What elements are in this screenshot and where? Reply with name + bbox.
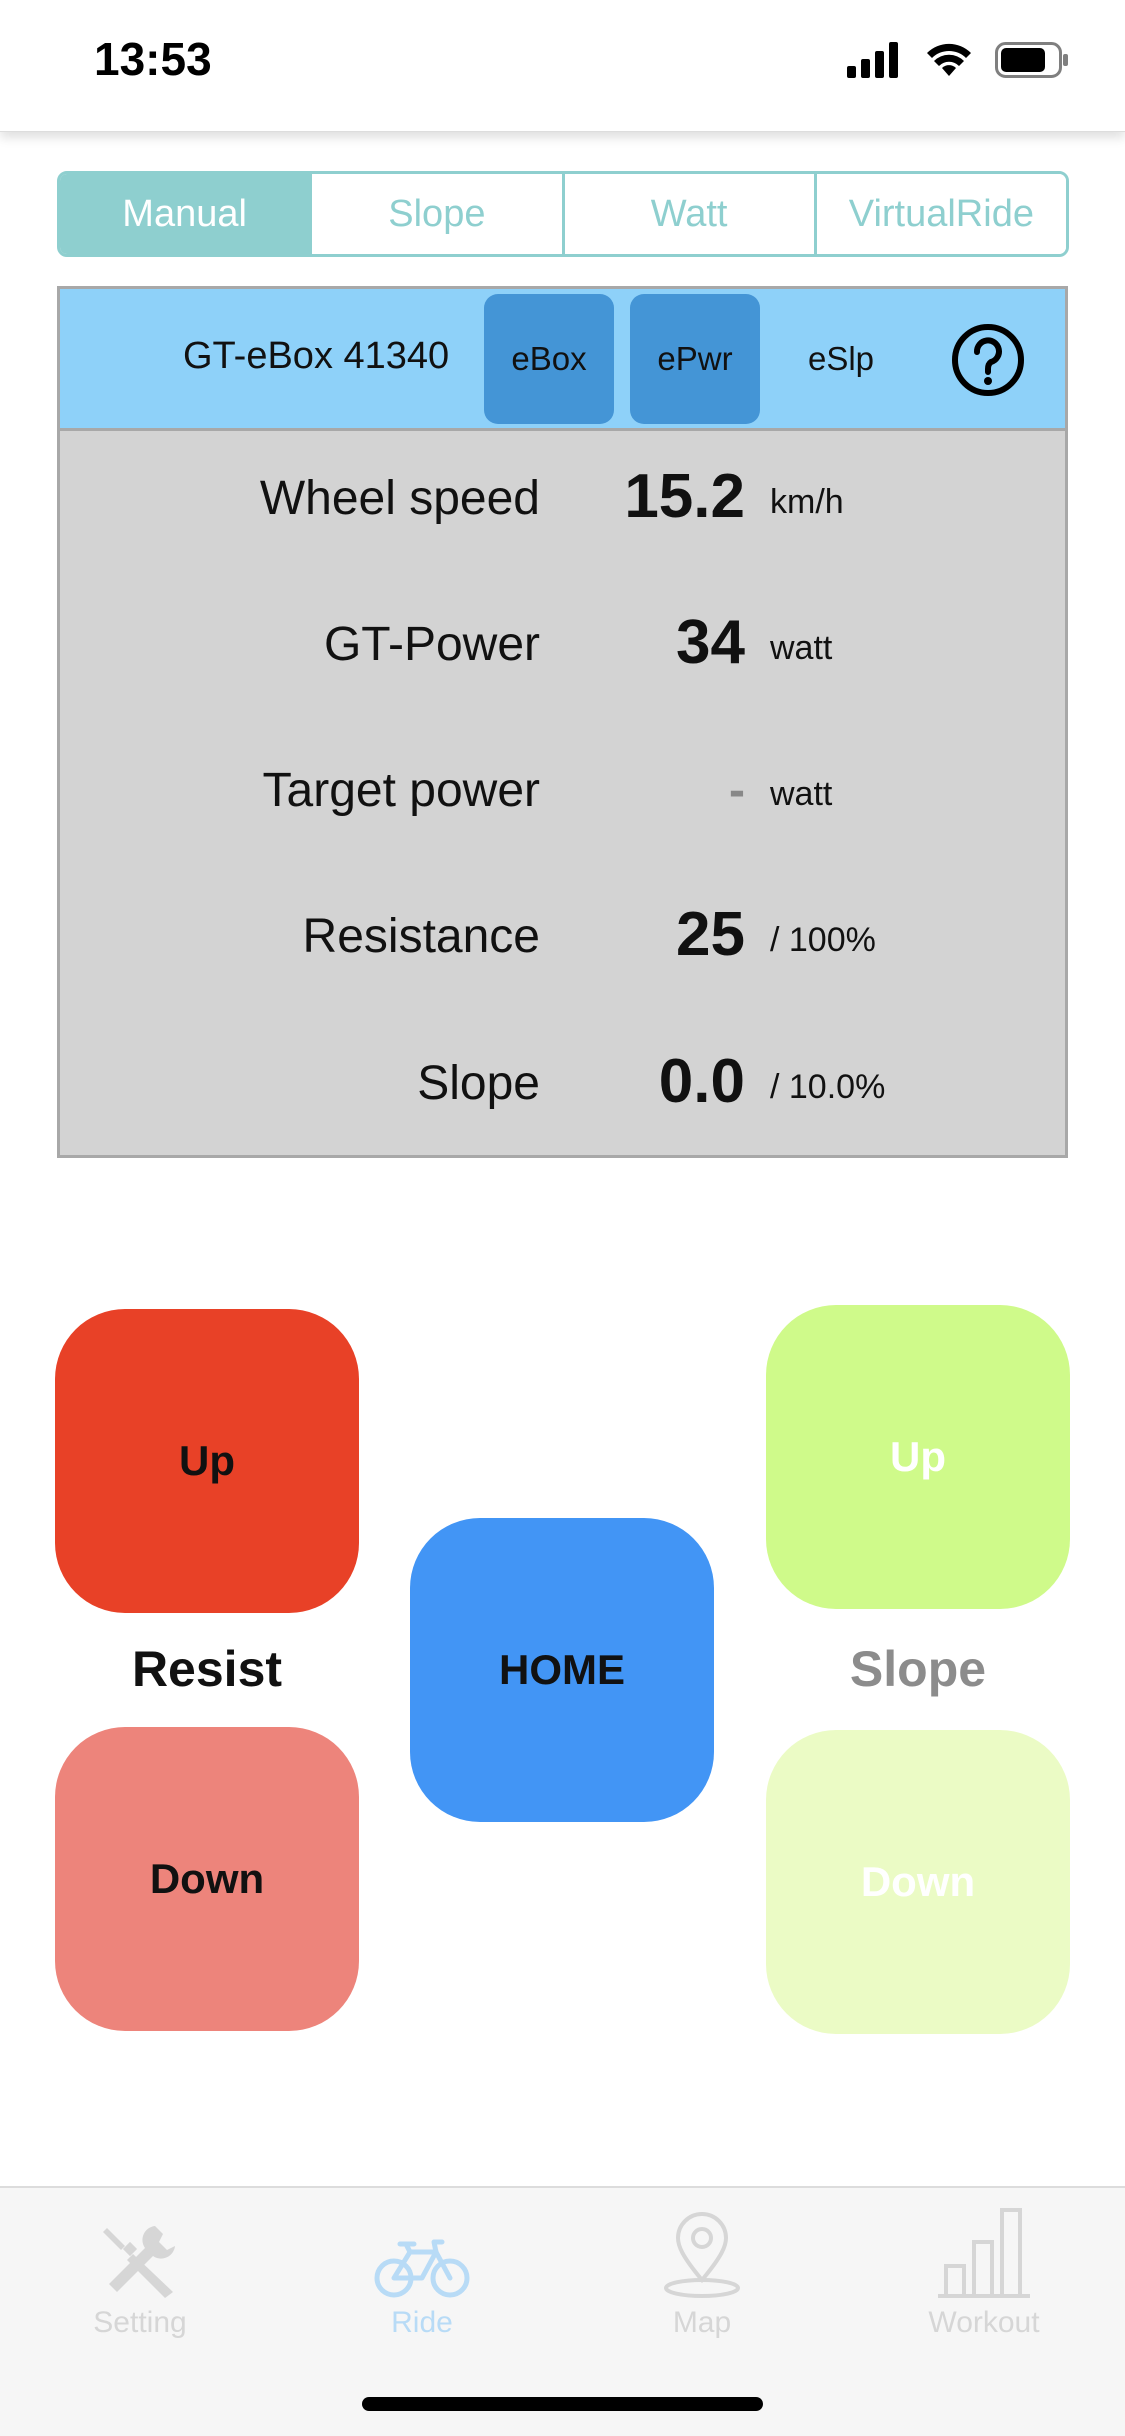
wifi-icon [927, 43, 971, 76]
tab-ride-label: Ride [391, 2306, 453, 2339]
target-power-label: Target power [262, 764, 540, 817]
segment-slope[interactable]: Slope [312, 174, 565, 254]
target-power-value: - [729, 764, 745, 817]
gt-power-label: GT-Power [323, 618, 540, 671]
row-wheel-speed: Wheel speed 15.2 km/h [60, 459, 1065, 539]
device-name: GT-eBox 41340 [183, 335, 450, 377]
tab-workout-label: Workout [928, 2306, 1040, 2339]
tab-map-label: Map [672, 2306, 732, 2339]
tab-ride[interactable]: Ride [322, 2204, 522, 2344]
wheel-speed-value: 15.2 [624, 462, 745, 531]
signal-icon [847, 42, 898, 78]
status-time: 13:53 [94, 33, 212, 85]
slope-value: 0.0 [658, 1047, 745, 1116]
wheel-speed-unit: km/h [770, 483, 844, 521]
resistance-unit: / 100% [770, 921, 876, 959]
slope-group-label: Slope [849, 1641, 987, 1697]
mode-segmented-control: Manual Slope Watt VirtualRide [57, 171, 1069, 257]
tab-map[interactable]: Map [602, 2204, 802, 2344]
panel-header: GT-eBox 41340 eBox ePwr eSlp [60, 289, 1065, 431]
gt-power-value: 34 [676, 608, 745, 677]
status-bar: 13:53 [0, 0, 1125, 132]
bicycle-icon [367, 2204, 477, 2300]
ebox-button[interactable]: eBox [484, 294, 614, 424]
slope-label: Slope [417, 1057, 540, 1110]
eslp-button[interactable]: eSlp [776, 294, 906, 424]
bar-chart-icon [929, 2204, 1039, 2300]
row-gt-power: GT-Power 34 watt [60, 605, 1065, 685]
epwr-button[interactable]: ePwr [630, 294, 760, 424]
gt-power-unit: watt [770, 629, 833, 667]
battery-icon [995, 42, 1068, 78]
row-target-power: Target power - watt [60, 751, 1065, 831]
segment-manual[interactable]: Manual [60, 174, 313, 254]
status-icons [847, 42, 1069, 78]
segment-virtualride[interactable]: VirtualRide [816, 174, 1066, 254]
ride-screen: 13:53 Manual Slope Watt VirtualRide GT-e… [0, 0, 1125, 2436]
slope-down-button[interactable]: Down [766, 1730, 1070, 2034]
home-indicator [362, 2397, 763, 2411]
resist-label: Resist [131, 1641, 283, 1697]
tab-setting[interactable]: Setting [40, 2204, 240, 2344]
resist-down-button[interactable]: Down [55, 1727, 359, 2031]
row-slope: Slope 0.0 / 10.0% [60, 1044, 1065, 1124]
target-power-unit: watt [770, 775, 833, 813]
row-resistance: Resistance 25 / 100% [60, 897, 1065, 977]
device-info-panel: GT-eBox 41340 eBox ePwr eSlp Wheel speed… [57, 286, 1068, 1158]
resist-up-button[interactable]: Up [55, 1309, 359, 1613]
wheel-speed-label: Wheel speed [259, 472, 540, 525]
help-icon[interactable] [951, 323, 1025, 397]
tab-workout[interactable]: Workout [884, 2204, 1084, 2344]
map-pin-icon [647, 2204, 757, 2300]
resistance-value: 25 [676, 900, 745, 969]
slope-up-button[interactable]: Up [766, 1305, 1070, 1609]
home-button[interactable]: HOME [410, 1518, 714, 1822]
segment-watt[interactable]: Watt [564, 174, 817, 254]
tools-icon [85, 2204, 195, 2300]
resistance-label: Resistance [302, 910, 540, 963]
tab-setting-label: Setting [93, 2306, 187, 2339]
slope-unit: / 10.0% [770, 1068, 886, 1106]
